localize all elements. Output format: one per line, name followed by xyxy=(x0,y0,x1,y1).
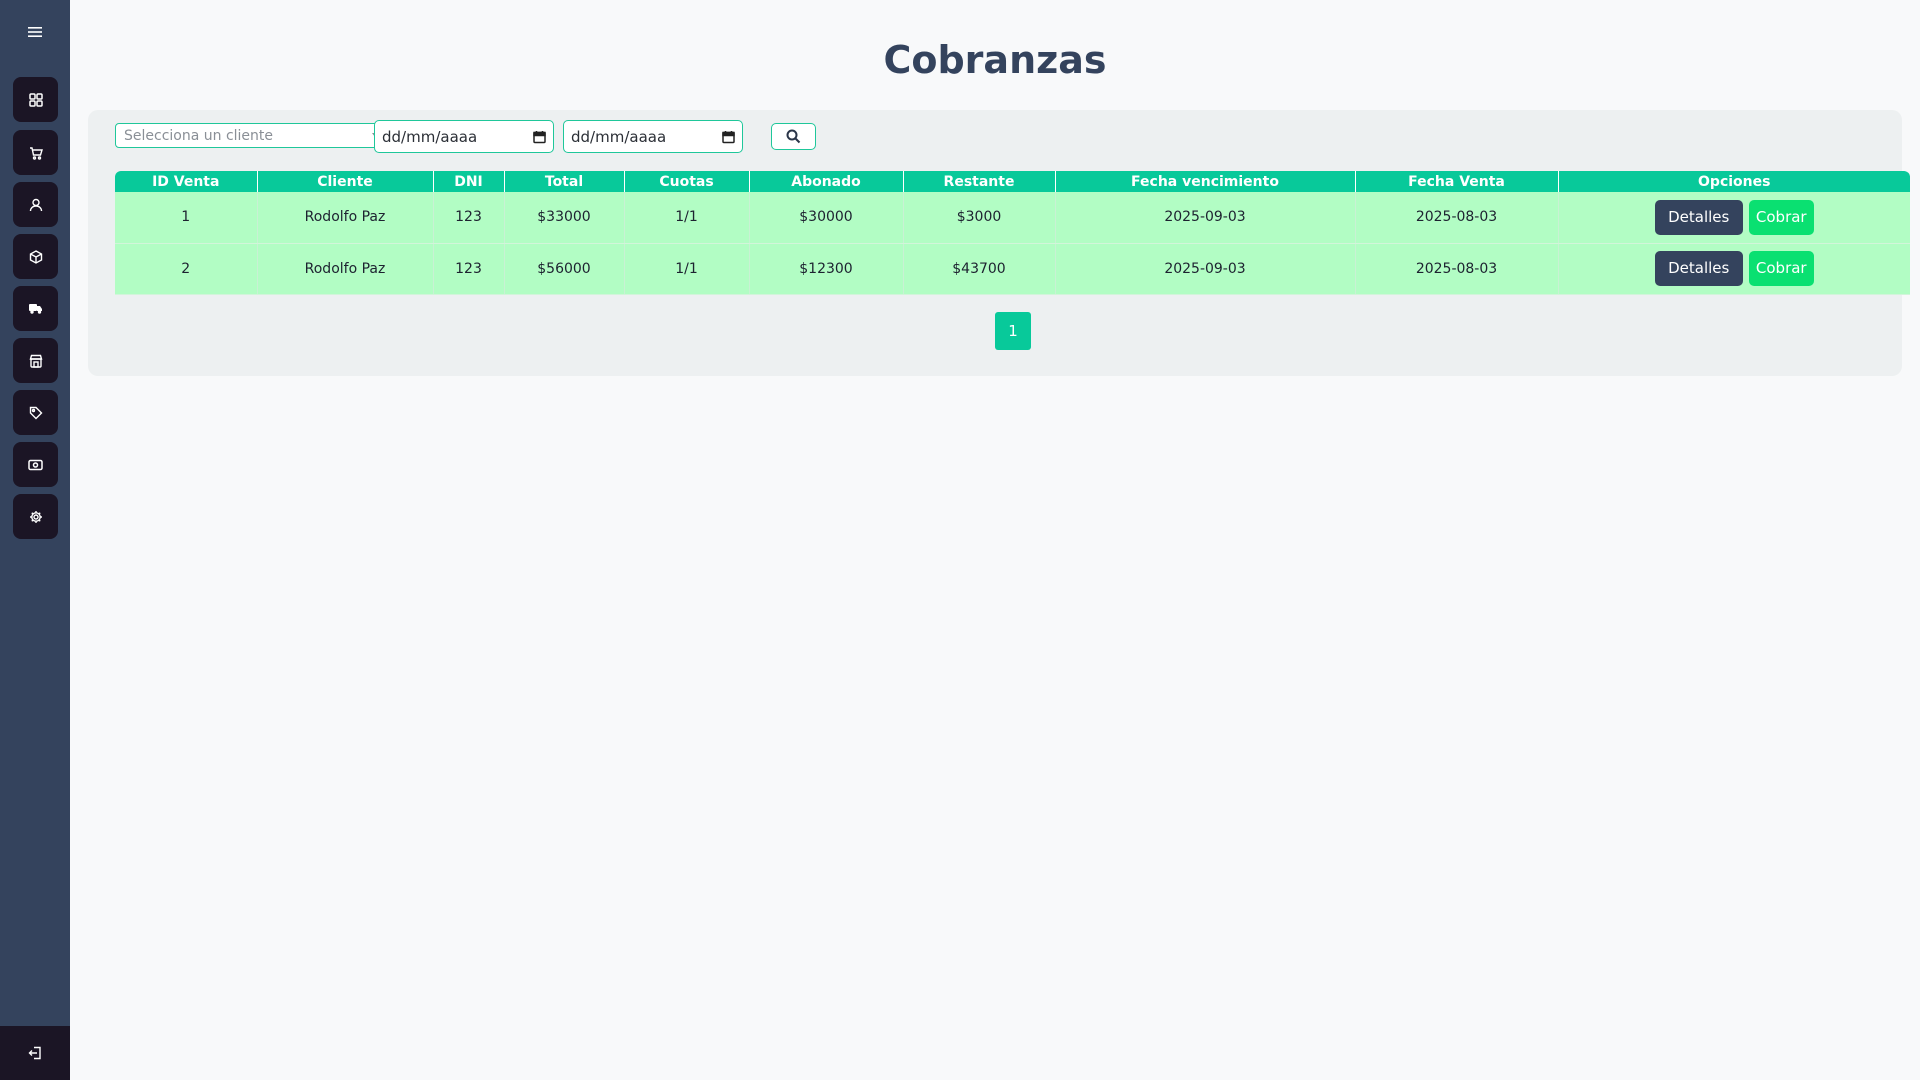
logout-button[interactable] xyxy=(0,1026,70,1080)
cell-id: 2 xyxy=(115,243,257,295)
search-icon xyxy=(786,129,801,144)
collections-panel: Selecciona un cliente dd/mm/aaaa dd/mm/a… xyxy=(88,110,1910,376)
table-row: 2 Rodolfo Paz 123 $56000 1/1 $12300 $437… xyxy=(115,243,1910,295)
truck-icon xyxy=(29,304,42,314)
table-header-row: ID Venta Cliente DNI Total Cuotas Abonad… xyxy=(115,171,1910,192)
cell-remaining: $43700 xyxy=(902,243,1055,295)
cell-paid: $12300 xyxy=(748,243,903,295)
details-button[interactable]: Detalles xyxy=(1654,199,1743,235)
sidebar-item-sales[interactable] xyxy=(13,130,58,175)
column-header[interactable]: Cuotas xyxy=(623,171,749,192)
sidebar-item-store[interactable] xyxy=(13,338,58,383)
gear-icon xyxy=(29,510,42,523)
user-icon xyxy=(29,198,42,211)
table-row: 1 Rodolfo Paz 123 $33000 1/1 $30000 $300… xyxy=(115,192,1910,244)
column-header[interactable]: Abonado xyxy=(748,171,903,192)
cell-installments: 1/1 xyxy=(623,192,749,244)
column-header[interactable]: Cliente xyxy=(256,171,433,192)
menu-toggle-button[interactable] xyxy=(21,20,49,44)
cell-options: Detalles Cobrar xyxy=(1557,243,1910,295)
sidebar-item-dashboard[interactable] xyxy=(13,77,58,122)
cell-dni: 123 xyxy=(432,243,504,295)
column-header[interactable]: Fecha vencimiento xyxy=(1054,171,1355,192)
date-from-value: dd/mm/aaaa xyxy=(382,127,478,146)
client-select[interactable]: Selecciona un cliente xyxy=(115,123,385,148)
sidebar-item-collections[interactable] xyxy=(13,442,58,487)
cell-id: 1 xyxy=(115,192,257,244)
sidebar-item-settings[interactable] xyxy=(13,494,58,539)
charge-button[interactable]: Cobrar xyxy=(1748,251,1814,286)
column-header: Opciones xyxy=(1557,171,1910,192)
pagination-page-1[interactable]: 1 xyxy=(995,312,1031,350)
charge-button[interactable]: Cobrar xyxy=(1748,199,1814,235)
cell-sale-date: 2025-08-03 xyxy=(1354,192,1558,244)
collections-table: ID Venta Cliente DNI Total Cuotas Abonad… xyxy=(115,171,1910,295)
date-to-input[interactable]: dd/mm/aaaa xyxy=(563,120,743,153)
date-from-input[interactable]: dd/mm/aaaa xyxy=(374,120,554,153)
tag-icon xyxy=(29,406,42,419)
store-icon xyxy=(29,354,42,368)
column-header[interactable]: DNI xyxy=(432,171,504,192)
sidebar-item-suppliers[interactable] xyxy=(13,286,58,331)
logout-icon xyxy=(28,1046,41,1060)
calendar-icon[interactable] xyxy=(722,130,735,144)
main-content: Cobranzas Selecciona un cliente dd/mm/aa… xyxy=(70,0,1920,1080)
client-select-placeholder: Selecciona un cliente xyxy=(124,127,274,144)
cell-sale-date: 2025-08-03 xyxy=(1354,243,1558,295)
grid-icon xyxy=(28,92,43,107)
cell-client: Rodolfo Paz xyxy=(256,192,433,244)
cell-remaining: $3000 xyxy=(902,192,1055,244)
column-header[interactable]: Restante xyxy=(902,171,1055,192)
cell-installments: 1/1 xyxy=(623,243,749,295)
details-button[interactable]: Detalles xyxy=(1654,251,1743,286)
date-to-value: dd/mm/aaaa xyxy=(571,127,667,146)
sidebar xyxy=(0,0,70,1080)
cell-total: $56000 xyxy=(503,243,624,295)
cell-due-date: 2025-09-03 xyxy=(1054,192,1355,244)
menu-icon xyxy=(28,27,42,37)
cart-icon xyxy=(29,146,43,160)
cell-total: $33000 xyxy=(503,192,624,244)
search-button[interactable] xyxy=(771,123,816,150)
cell-due-date: 2025-09-03 xyxy=(1054,243,1355,295)
sidebar-item-tags[interactable] xyxy=(13,390,58,435)
box-icon xyxy=(29,249,42,264)
column-header[interactable]: Total xyxy=(503,171,624,192)
cell-client: Rodolfo Paz xyxy=(256,243,433,295)
cell-paid: $30000 xyxy=(748,192,903,244)
cell-dni: 123 xyxy=(432,192,504,244)
sidebar-item-products[interactable] xyxy=(13,234,58,279)
cash-icon xyxy=(28,459,43,470)
sidebar-item-clients[interactable] xyxy=(13,182,58,227)
calendar-icon[interactable] xyxy=(533,130,546,144)
cell-options: Detalles Cobrar xyxy=(1557,192,1910,244)
column-header[interactable]: ID Venta xyxy=(115,171,257,192)
page-title: Cobranzas xyxy=(883,38,1107,82)
column-header[interactable]: Fecha Venta xyxy=(1354,171,1558,192)
